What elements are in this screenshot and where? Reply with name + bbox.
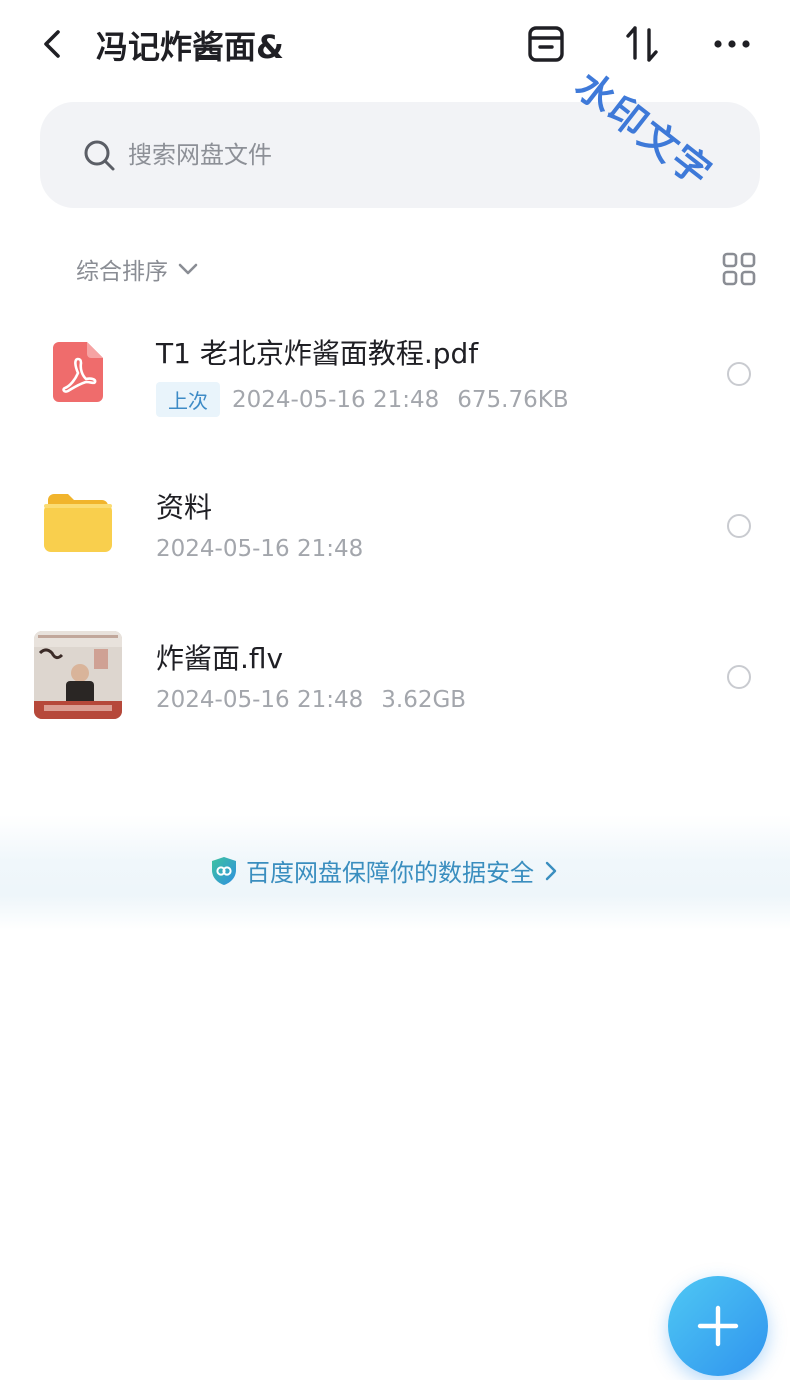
sort-icon bbox=[626, 26, 658, 62]
list-item[interactable]: 炸酱面.flv 2024-05-16 21:48 3.62GB bbox=[0, 603, 790, 753]
video-thumbnail bbox=[34, 631, 122, 719]
file-name: T1 老北京炸酱面教程.pdf bbox=[156, 337, 479, 370]
page-title: 冯记炸酱面& bbox=[96, 28, 284, 66]
security-text: 百度网盘保障你的数据安全 bbox=[246, 859, 534, 887]
last-opened-badge: 上次 bbox=[156, 382, 220, 417]
file-date: 2024-05-16 21:48 bbox=[156, 536, 364, 562]
file-name: 资料 bbox=[156, 491, 213, 524]
file-meta: 2024-05-16 21:48 bbox=[156, 536, 381, 562]
file-size: 675.76KB bbox=[457, 386, 569, 413]
transfer-button[interactable] bbox=[620, 22, 664, 66]
select-checkbox[interactable] bbox=[727, 665, 751, 689]
back-icon bbox=[44, 30, 60, 58]
sort-label: 综合排序 bbox=[76, 259, 168, 285]
security-link[interactable]: 百度网盘保障你的数据安全 bbox=[210, 853, 562, 888]
file-date: 2024-05-16 21:48 bbox=[232, 386, 440, 413]
list-item[interactable]: 资料 2024-05-16 21:48 bbox=[0, 452, 790, 602]
pdf-file-icon bbox=[53, 342, 103, 402]
select-checkbox[interactable] bbox=[727, 362, 751, 386]
grid-view-icon bbox=[722, 252, 756, 286]
shield-icon bbox=[212, 856, 236, 885]
archive-button[interactable] bbox=[524, 22, 568, 66]
more-icon bbox=[714, 40, 750, 48]
file-size: 3.62GB bbox=[381, 687, 467, 713]
back-button[interactable] bbox=[34, 24, 74, 64]
sort-dropdown[interactable]: 综合排序 bbox=[76, 252, 200, 286]
search-input[interactable] bbox=[128, 132, 688, 178]
select-checkbox[interactable] bbox=[727, 514, 751, 538]
folder-icon bbox=[44, 494, 112, 552]
add-button[interactable] bbox=[668, 1276, 768, 1376]
file-meta: 上次 2024-05-16 21:48 675.76KB bbox=[156, 382, 587, 417]
grid-view-toggle[interactable] bbox=[722, 252, 756, 286]
file-browser-screen: 冯记炸酱面& 搜索网盘文件 综合排序 T1 老北京炸酱面教程.pdf 上次 20… bbox=[0, 0, 790, 1380]
chevron-down-icon bbox=[178, 263, 198, 275]
file-date: 2024-05-16 21:48 bbox=[156, 687, 364, 713]
file-name: 炸酱面.flv bbox=[156, 642, 284, 675]
top-bar: 冯记炸酱面& bbox=[0, 0, 790, 92]
chevron-right-icon bbox=[545, 861, 557, 880]
list-item[interactable]: T1 老北京炸酱面教程.pdf 上次 2024-05-16 21:48 675.… bbox=[0, 300, 790, 450]
more-button[interactable] bbox=[710, 22, 754, 66]
archive-icon bbox=[528, 26, 564, 62]
file-meta: 2024-05-16 21:48 3.62GB bbox=[156, 687, 484, 713]
search-icon bbox=[84, 140, 115, 171]
plus-icon bbox=[697, 1305, 739, 1347]
